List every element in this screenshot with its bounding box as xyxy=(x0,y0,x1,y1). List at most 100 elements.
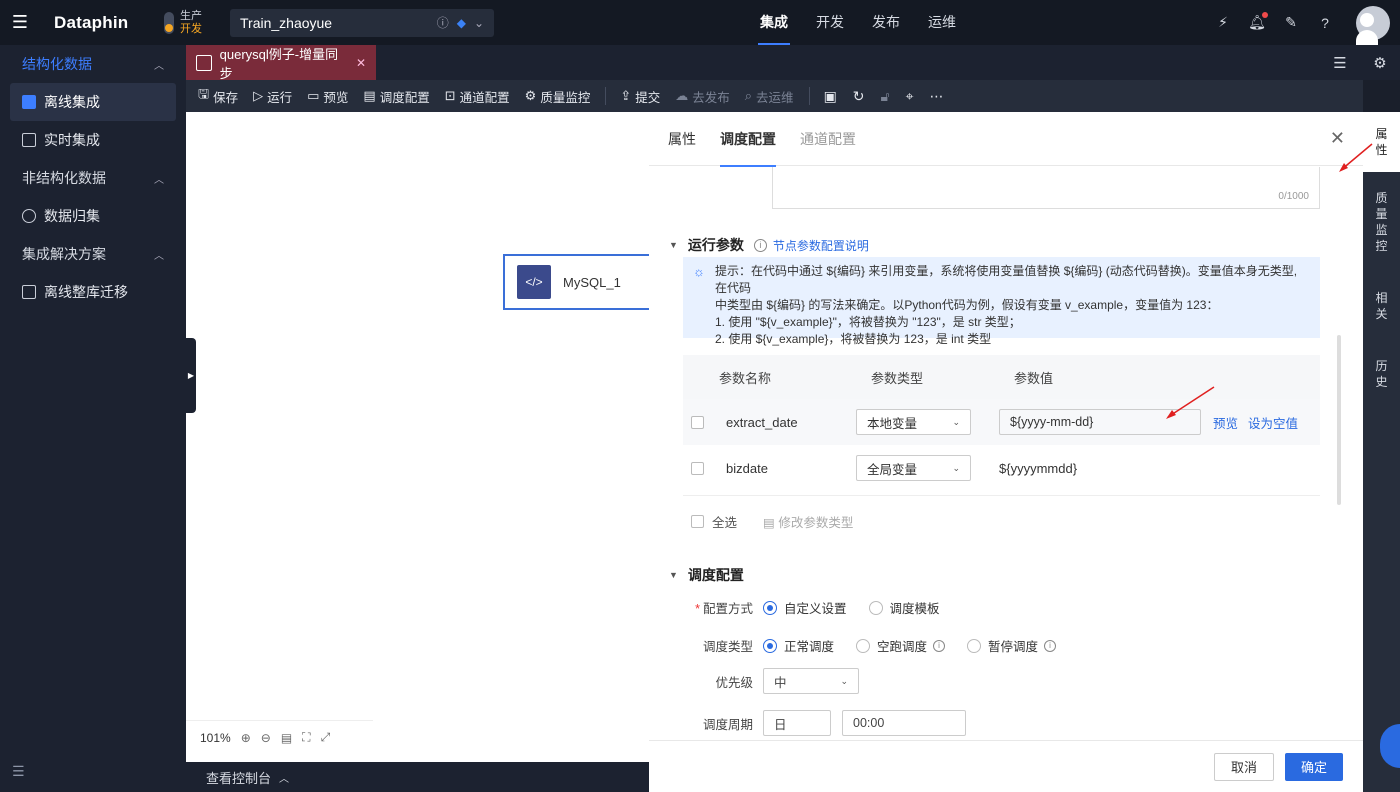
project-selector[interactable]: Train_zhaoyue ⓘ ◆ ⌄ xyxy=(230,8,494,37)
settings-icon[interactable]: ⚙ xyxy=(1360,54,1400,72)
channel-config-button[interactable]: ⊡ 通道配置 xyxy=(445,87,510,106)
ops-button[interactable]: ⌕ 去运维 xyxy=(745,87,794,106)
row-checkbox[interactable] xyxy=(691,415,704,429)
tab-properties[interactable]: 属性 xyxy=(668,112,696,166)
more-icon[interactable]: ⋯ xyxy=(930,88,944,105)
sidebar-item-archive[interactable]: 数据归集 xyxy=(10,197,176,235)
scrollbar[interactable] xyxy=(1337,335,1341,505)
table-header: 参数名称 参数类型 参数值 xyxy=(683,355,1320,399)
lightning-icon[interactable]: ⚡ xyxy=(1214,14,1232,32)
nav-ops[interactable]: 运维 xyxy=(914,0,970,45)
row-checkbox[interactable] xyxy=(691,461,704,475)
refresh-icon[interactable]: ↻ xyxy=(853,88,865,105)
lock-icon[interactable]: 🔓︎ xyxy=(881,88,890,105)
wrench-icon[interactable]: ✎ xyxy=(1282,14,1300,32)
param-type-select[interactable]: 全局变量 ⌄ xyxy=(856,455,971,481)
confirm-button[interactable]: 确定 xyxy=(1284,752,1343,781)
preview-link[interactable]: 预览 xyxy=(1213,413,1238,432)
close-icon[interactable]: ✕ xyxy=(1330,128,1345,149)
sidebar-group-solutions[interactable]: 集成解决方案 ︿ xyxy=(0,235,186,273)
editor-toolbar: 🖫 保存 ▷ 运行 ▭ 预览 ▤ 调度配置 ⊡ 通道配置 ⚙ 质量监控 ⇪ 提交 ☁ 去发布 ⌕… xyxy=(186,80,1363,112)
fit-icon[interactable]: ⛶ xyxy=(302,730,310,745)
monitor-icon: ▭ xyxy=(307,88,320,103)
upload-icon: ⇪ xyxy=(620,88,632,103)
tab-schedule-config[interactable]: 调度配置 xyxy=(720,112,776,167)
sidebar-item-offline[interactable]: 离线集成 xyxy=(10,83,176,121)
info-icon[interactable]: i xyxy=(1044,639,1057,652)
avatar[interactable] xyxy=(1350,5,1390,46)
rail-related[interactable]: 相关 xyxy=(1363,268,1400,336)
collapse-sidebar-icon[interactable]: ☰ xyxy=(12,763,25,780)
sidebar-item-migration[interactable]: 离线整库迁移 xyxy=(10,273,176,311)
rail-properties[interactable]: 属性 xyxy=(1363,112,1400,172)
console-toggle[interactable]: 查看控制台 ︿ xyxy=(186,762,649,792)
env-toggle[interactable] xyxy=(164,11,174,34)
app-logo[interactable]: Dataphin xyxy=(54,13,164,33)
quality-monitor-button[interactable]: ⚙ 质量监控 xyxy=(525,87,591,106)
list-icon[interactable]: ☰ xyxy=(1320,54,1360,72)
nav-publish[interactable]: 发布 xyxy=(858,0,914,45)
right-rail: 属性 质量监控 相关 历史 xyxy=(1363,112,1400,792)
description-textarea[interactable]: 0/1000 xyxy=(772,167,1320,209)
radio-pause[interactable]: 暂停调度 i xyxy=(967,636,1057,655)
cycle-select[interactable]: 日 xyxy=(763,710,831,736)
runtime-params-header[interactable]: ▼ 运行参数 i 节点参数配置说明 xyxy=(669,235,869,255)
sidebar-group-structured[interactable]: 结构化数据 ︿ xyxy=(0,45,186,83)
flow-canvas[interactable]: </> MySQL_1 xyxy=(186,112,653,762)
terminal-icon[interactable]: ▣ xyxy=(824,88,837,105)
save-icon: 🖫 xyxy=(198,86,210,101)
rail-history[interactable]: 历史 xyxy=(1363,336,1400,404)
schedule-config-header[interactable]: ▼ 调度配置 xyxy=(669,565,744,585)
toolbar-divider xyxy=(605,87,607,105)
param-value-input[interactable]: ${yyyy-mm-dd} xyxy=(999,409,1201,435)
location-icon[interactable]: ⌖ xyxy=(906,88,914,105)
param-type-select[interactable]: 本地变量 ⌄ xyxy=(856,409,971,435)
time-picker[interactable]: 00:00 xyxy=(842,710,966,736)
help-icon[interactable]: ? xyxy=(1316,14,1334,32)
publish-button[interactable]: ☁ 去发布 xyxy=(675,87,730,106)
bell-icon[interactable]: 🔔︎ xyxy=(1248,11,1268,32)
modify-type-button[interactable]: ▤ 修改参数类型 xyxy=(763,512,853,531)
help-link[interactable]: 节点参数配置说明 xyxy=(773,237,869,254)
save-button[interactable]: 🖫 保存 xyxy=(198,85,238,107)
tab-channel-config[interactable]: 通道配置 xyxy=(800,112,856,166)
rail-quality[interactable]: 质量监控 xyxy=(1363,172,1400,268)
sidebar-item-realtime[interactable]: 实时集成 xyxy=(10,121,176,159)
set-empty-link[interactable]: 设为空值 xyxy=(1248,413,1298,432)
radio-dry-run[interactable]: 空跑调度 i xyxy=(856,636,946,655)
sidebar-group-unstructured[interactable]: 非结构化数据 ︿ xyxy=(0,159,186,197)
zoom-out-icon[interactable]: ⊖ xyxy=(261,731,271,745)
menu-icon[interactable]: ☰ xyxy=(0,0,40,45)
preview-button[interactable]: ▭ 预览 xyxy=(307,87,348,106)
expand-handle[interactable]: ▶ xyxy=(186,338,196,413)
info-icon[interactable]: ⓘ xyxy=(437,14,449,31)
nav-integration[interactable]: 集成 xyxy=(746,0,802,45)
mysql-node[interactable]: </> MySQL_1 xyxy=(503,254,653,310)
fullscreen-icon[interactable]: ⤢ xyxy=(321,730,331,745)
tab-querysql[interactable]: querysql例子-增量同步 ✕ xyxy=(186,45,376,81)
offline-icon xyxy=(22,95,36,109)
radio-normal[interactable]: 正常调度 xyxy=(763,636,834,655)
nav-develop[interactable]: 开发 xyxy=(802,0,858,45)
layout-icon[interactable]: ▤ xyxy=(281,731,292,745)
cancel-button[interactable]: 取消 xyxy=(1213,752,1274,781)
chevron-down-icon: ⌄ xyxy=(952,462,960,473)
run-button[interactable]: ▷ 运行 xyxy=(253,87,292,106)
project-name: Train_zhaoyue xyxy=(240,14,333,31)
radio-template[interactable]: 调度模板 xyxy=(868,598,940,617)
hint-line: 2. 使用 ${v_example}，将被替换为 123，是 int 类型 xyxy=(715,332,992,346)
env-switcher[interactable]: 生产 开发 xyxy=(164,10,230,36)
char-count: 0/1000 xyxy=(1278,191,1309,202)
chevron-down-icon[interactable]: ⌄ xyxy=(474,16,484,30)
close-icon[interactable]: ✕ xyxy=(356,56,366,70)
schedule-config-button[interactable]: ▤ 调度配置 xyxy=(363,87,429,106)
info-icon[interactable]: i xyxy=(933,639,946,652)
info-icon[interactable]: i xyxy=(753,238,767,252)
priority-select[interactable]: 中 ⌄ xyxy=(763,668,859,694)
task-icon xyxy=(196,54,212,71)
zoom-in-icon[interactable]: ⊕ xyxy=(241,731,251,745)
submit-button[interactable]: ⇪ 提交 xyxy=(620,87,660,106)
table-row: bizdate 全局变量 ⌄ ${yyyymmdd} xyxy=(683,445,1320,491)
radio-custom[interactable]: 自定义设置 xyxy=(763,598,847,617)
select-all-checkbox[interactable] xyxy=(691,515,704,528)
